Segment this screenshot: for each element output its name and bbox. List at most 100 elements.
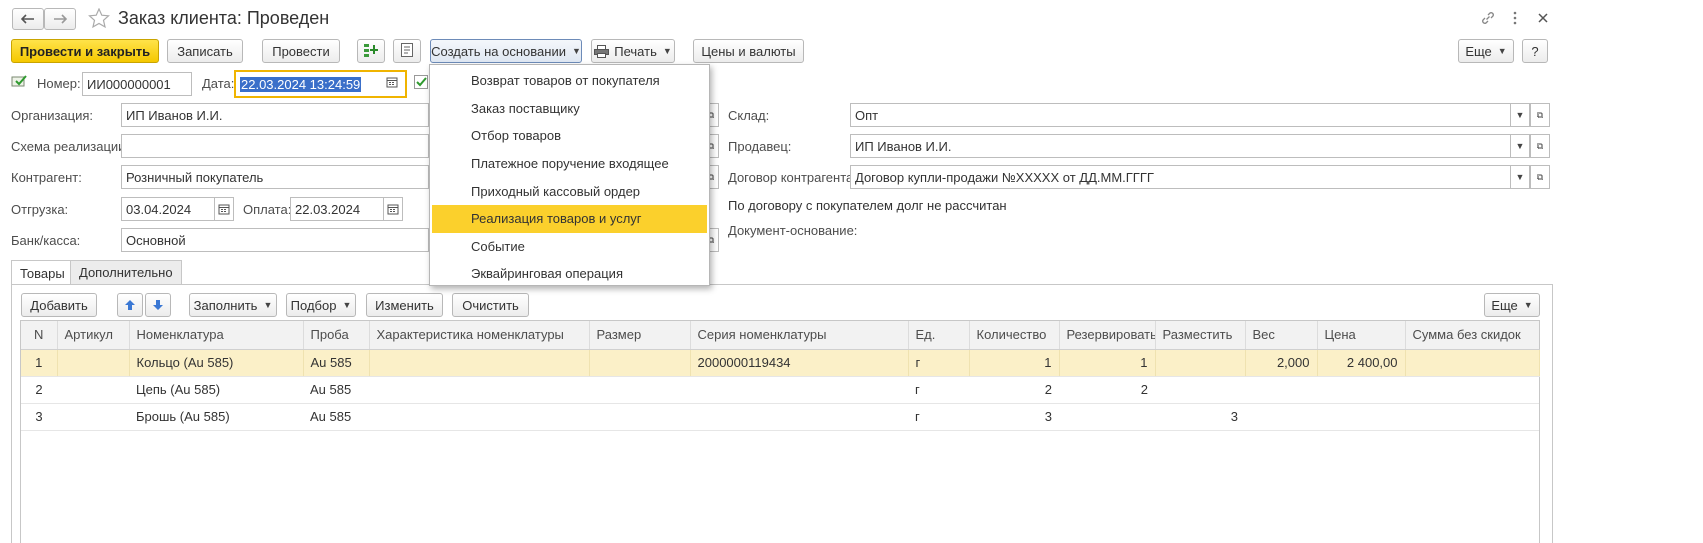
- cell-characteristic[interactable]: [369, 376, 589, 404]
- menu-item-event[interactable]: Событие: [430, 233, 709, 261]
- shipment-date-field[interactable]: 03.04.2024: [121, 197, 215, 221]
- fill-button[interactable]: Заполнить ▼: [189, 293, 277, 317]
- cell-article[interactable]: [57, 376, 129, 404]
- cell-place[interactable]: 3: [1155, 403, 1245, 431]
- cell-size[interactable]: [589, 403, 690, 431]
- col-header-sum-no-discount[interactable]: Сумма без скидок: [1405, 321, 1539, 350]
- cell-nomenclature[interactable]: Кольцо (Au 585): [129, 349, 304, 377]
- number-field[interactable]: ИИ000000001: [82, 72, 192, 96]
- help-button[interactable]: ?: [1522, 39, 1548, 63]
- warehouse-dropdown-button[interactable]: ▼: [1510, 103, 1530, 127]
- cell-characteristic[interactable]: [369, 349, 590, 377]
- seller-open-button[interactable]: ⧉: [1530, 134, 1550, 158]
- shipment-calendar-button[interactable]: [214, 197, 234, 221]
- payment-date-field[interactable]: 22.03.2024: [290, 197, 384, 221]
- menu-item-return-from-customer[interactable]: Возврат товаров от покупателя: [430, 67, 709, 95]
- cell-sum[interactable]: [1405, 403, 1539, 431]
- col-header-quantity[interactable]: Количество: [969, 321, 1060, 350]
- link-icon[interactable]: [1480, 10, 1496, 29]
- warehouse-open-button[interactable]: ⧉: [1530, 103, 1550, 127]
- col-header-article[interactable]: Артикул: [57, 321, 130, 350]
- cell-reserve[interactable]: [1059, 403, 1155, 431]
- cell-n[interactable]: 3: [21, 403, 57, 431]
- warehouse-field[interactable]: Опт: [850, 103, 1511, 127]
- table-row[interactable]: 1 Кольцо (Au 585) Au 585 2000000119434 г…: [21, 349, 1540, 377]
- col-header-unit[interactable]: Ед.: [908, 321, 970, 350]
- cell-assay[interactable]: Au 585: [303, 403, 369, 431]
- tab-goods[interactable]: Товары: [11, 260, 74, 285]
- cell-quantity[interactable]: 1: [969, 349, 1060, 377]
- cell-size[interactable]: [589, 349, 691, 377]
- move-down-button[interactable]: [145, 293, 171, 317]
- col-header-assay[interactable]: Проба: [303, 321, 370, 350]
- cell-n[interactable]: 2: [21, 376, 57, 404]
- print-button[interactable]: Печать ▼: [591, 39, 675, 63]
- add-row-button[interactable]: Добавить: [21, 293, 97, 317]
- calendar-icon[interactable]: [386, 76, 398, 91]
- menu-item-supplier-order[interactable]: Заказ поставщику: [430, 95, 709, 123]
- cell-article[interactable]: [57, 349, 130, 377]
- col-header-reserve[interactable]: Резервировать: [1059, 321, 1156, 350]
- posted-checkbox[interactable]: [414, 75, 428, 89]
- cell-characteristic[interactable]: [369, 403, 589, 431]
- cell-assay[interactable]: Au 585: [303, 349, 370, 377]
- star-icon[interactable]: [88, 7, 110, 31]
- close-icon[interactable]: [1537, 12, 1549, 27]
- contract-open-button[interactable]: ⧉: [1530, 165, 1550, 189]
- cell-sum[interactable]: [1405, 349, 1540, 377]
- post-and-close-button[interactable]: Провести и закрыть: [11, 39, 159, 63]
- organization-field[interactable]: ИП Иванов И.И.: [121, 103, 429, 127]
- tab-additional[interactable]: Дополнительно: [70, 260, 182, 284]
- cell-reserve[interactable]: 1: [1059, 349, 1156, 377]
- col-header-price[interactable]: Цена: [1317, 321, 1406, 350]
- cell-price[interactable]: 2 400,00: [1317, 349, 1406, 377]
- move-up-button[interactable]: [117, 293, 143, 317]
- cell-unit[interactable]: г: [908, 403, 969, 431]
- cell-price[interactable]: [1317, 403, 1405, 431]
- back-button[interactable]: [12, 8, 44, 30]
- cell-assay[interactable]: Au 585: [303, 376, 369, 404]
- cell-weight[interactable]: 2,000: [1245, 349, 1318, 377]
- cell-place[interactable]: [1155, 349, 1246, 377]
- clear-button[interactable]: Очистить: [452, 293, 529, 317]
- col-header-characteristic[interactable]: Характеристика номенклатуры: [369, 321, 590, 350]
- cell-unit[interactable]: г: [908, 349, 970, 377]
- cell-price[interactable]: [1317, 376, 1405, 404]
- cell-weight[interactable]: [1245, 376, 1317, 404]
- col-header-weight[interactable]: Вес: [1245, 321, 1318, 350]
- cell-unit[interactable]: г: [908, 376, 969, 404]
- cell-sum[interactable]: [1405, 376, 1539, 404]
- seller-dropdown-button[interactable]: ▼: [1510, 134, 1530, 158]
- table-row[interactable]: 3 Брошь (Au 585) Au 585 г 3 3: [21, 403, 1539, 431]
- seller-field[interactable]: ИП Иванов И.И.: [850, 134, 1511, 158]
- cell-article[interactable]: [57, 403, 129, 431]
- col-header-series[interactable]: Серия номенклатуры: [690, 321, 909, 350]
- counterparty-field[interactable]: Розничный покупатель: [121, 165, 429, 189]
- more-vertical-icon[interactable]: [1512, 11, 1518, 28]
- table-more-button[interactable]: Еще ▼: [1484, 293, 1540, 317]
- bank-cash-field[interactable]: Основной: [121, 228, 429, 252]
- cell-nomenclature[interactable]: Цепь (Au 585): [129, 376, 303, 404]
- sales-scheme-field[interactable]: [121, 134, 429, 158]
- cell-nomenclature[interactable]: Брошь (Au 585): [129, 403, 303, 431]
- date-field[interactable]: 22.03.2024 13:24:59: [234, 70, 407, 98]
- menu-item-cash-receipt[interactable]: Приходный кассовый ордер: [430, 177, 709, 205]
- payment-calendar-button[interactable]: [383, 197, 403, 221]
- journal-button[interactable]: [393, 39, 421, 63]
- col-header-size[interactable]: Размер: [589, 321, 691, 350]
- cell-series[interactable]: 2000000119434: [690, 349, 909, 377]
- menu-item-goods-selection[interactable]: Отбор товаров: [430, 122, 709, 150]
- cell-reserve[interactable]: 2: [1059, 376, 1155, 404]
- structure-button[interactable]: [357, 39, 385, 63]
- menu-item-incoming-payment[interactable]: Платежное поручение входящее: [430, 150, 709, 178]
- col-header-nomenclature[interactable]: Номенклатура: [129, 321, 304, 350]
- cell-size[interactable]: [589, 376, 690, 404]
- contract-field[interactable]: Договор купли-продажи №XXXXX от ДД.ММ.ГГ…: [850, 165, 1511, 189]
- menu-item-goods-sale[interactable]: Реализация товаров и услуг: [432, 204, 707, 233]
- more-button[interactable]: Еще ▼: [1458, 39, 1514, 63]
- forward-button[interactable]: [44, 8, 76, 30]
- col-header-n[interactable]: N: [21, 321, 58, 350]
- edit-button[interactable]: Изменить: [366, 293, 443, 317]
- post-button[interactable]: Провести: [262, 39, 340, 63]
- create-based-on-button[interactable]: Создать на основании ▼: [430, 39, 582, 63]
